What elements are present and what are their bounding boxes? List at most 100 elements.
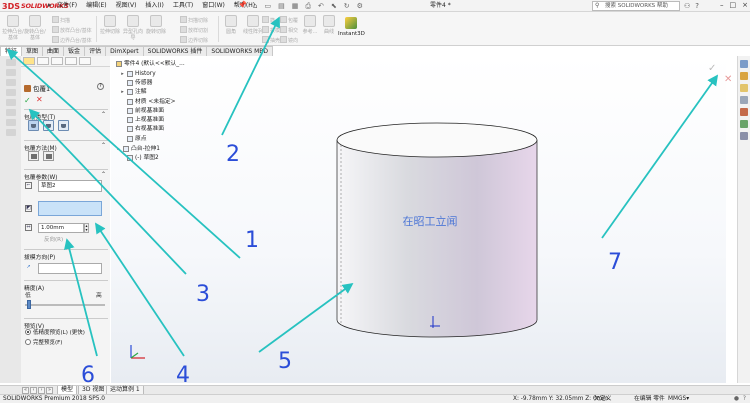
scribe-type-button[interactable] [58,120,69,131]
strip-icon[interactable] [5,99,16,106]
appearances-icon[interactable] [740,108,748,116]
rebuild-status-icon[interactable]: ● [734,395,739,403]
analytical-method-button[interactable] [28,151,39,161]
boundary-boss-button[interactable]: 边界凸台/基体 [52,36,92,44]
spline-surface-method-button[interactable] [43,151,54,161]
loft-button[interactable]: 放样凸台/基体 [52,26,92,34]
tree-item[interactable]: (-) 草图2 [120,154,159,162]
instant3d-button[interactable]: Instant3D [338,17,365,37]
strip-icon[interactable] [5,69,16,76]
strip-icon[interactable] [5,89,16,96]
property-manager-tab-icon[interactable] [37,57,49,65]
tab-sheet-metal[interactable]: 钣金 [63,46,86,56]
wrap-button[interactable]: 包覆 [280,16,298,24]
display-manager-tab-icon[interactable] [79,57,91,65]
hole-wizard-button[interactable]: 异型孔向导 [122,15,144,41]
ok-button[interactable]: ✓ [24,96,31,105]
fillet-button[interactable]: 圆角 [220,15,242,35]
strip-icon[interactable] [5,109,16,116]
menu-file[interactable]: 文件(F) [57,1,77,11]
undo-icon[interactable]: ↶ [318,1,324,11]
tree-item[interactable]: 上视基准面 [120,116,164,124]
configuration-manager-tab-icon[interactable] [51,57,63,65]
thickness-stepper[interactable]: ▴ ▾ [84,223,89,233]
revolve-cut-button[interactable]: 旋转切除 [145,15,167,35]
file-explorer-icon[interactable] [740,84,748,92]
pin-icon[interactable]: 📌 [238,1,247,9]
select-icon[interactable]: ⬉ [331,1,337,11]
tree-root[interactable]: 零件4 (默认<<默认_... [116,60,185,68]
forum-icon[interactable] [740,132,748,140]
linear-pattern-button[interactable]: 线性阵列 [242,15,264,35]
tree-item[interactable]: 前视基准面 [120,107,164,115]
swept-cut-button[interactable]: 扫描切除 [180,16,208,24]
preview-fast-radio[interactable]: 低精度预览(L) (更快) [25,328,85,336]
deboss-type-button[interactable] [43,120,54,131]
strip-icon[interactable] [5,129,16,136]
minimize-button[interactable]: – [720,0,724,11]
strip-icon[interactable] [5,59,16,66]
preview-full-radio[interactable]: 完整预览(F) [25,338,62,346]
options-icon[interactable]: ⚙ [357,1,363,11]
tree-expander-icon[interactable]: ▸ [120,70,125,78]
boundary-cut-button[interactable]: 边界切除 [180,36,208,44]
strip-icon[interactable] [5,79,16,86]
accuracy-slider-thumb[interactable] [26,300,31,309]
rib-button[interactable]: 筋 [262,16,275,24]
tree-item[interactable]: 传感器 [120,79,152,87]
shell-button[interactable]: 抽壳 [262,36,280,44]
tree-item[interactable]: ▸ 注解 [120,88,147,96]
mirror-button[interactable]: 镜向 [280,36,298,44]
tab-surfaces[interactable]: 曲面 [42,46,65,56]
prev-tab-arrow-icon[interactable]: ‹ [30,387,37,394]
section-pull-direction[interactable]: 拔模方向(P) [24,249,108,261]
strip-icon[interactable] [5,119,16,126]
collapse-icon[interactable]: ⌃ [101,111,106,118]
new-file-icon[interactable]: ▭ [264,1,271,11]
close-button[interactable]: × [742,0,748,11]
tree-item[interactable]: ▸ History [120,70,156,78]
help-icon[interactable]: ? [97,83,104,90]
maximize-button[interactable]: □ [730,0,737,11]
tab-dimxpert[interactable]: DimXpert [105,46,144,56]
last-tab-arrow-icon[interactable]: » [46,387,53,394]
menu-window[interactable]: 窗口(W) [202,1,225,11]
lofted-cut-button[interactable]: 放样切割 [180,26,208,34]
intersect-button[interactable]: 相交 [280,26,298,34]
help-icon[interactable]: ? [695,1,699,11]
collapse-icon[interactable]: ⌃ [101,142,106,149]
design-library-icon[interactable] [740,72,748,80]
dimxpert-tab-icon[interactable] [65,57,77,65]
next-tab-arrow-icon[interactable]: › [38,387,45,394]
sweep-button[interactable]: 扫描 [52,16,70,24]
graphics-area[interactable] [111,56,726,383]
menu-insert[interactable]: 插入(I) [145,1,163,11]
tree-item[interactable]: 材质 <未指定> [120,98,176,106]
curves-button[interactable]: 曲线 [318,15,340,35]
pull-direction-field[interactable] [38,263,102,274]
face-selection-field[interactable] [38,201,102,216]
tree-item[interactable]: 右视基准面 [120,125,164,133]
feature-manager-tab-icon[interactable] [23,57,35,65]
units-selector[interactable]: MMGS▾ [668,395,689,403]
cancel-button[interactable]: ✕ [36,95,43,104]
tree-expander-icon[interactable]: ▸ [120,88,125,96]
emboss-type-button[interactable] [28,120,39,131]
menu-expand-arrow-icon[interactable]: ▸ [48,1,52,9]
accuracy-slider-track[interactable] [25,304,105,306]
view-palette-icon[interactable] [740,96,748,104]
menu-edit[interactable]: 编辑(E) [86,1,106,11]
menu-tools[interactable]: 工具(T) [173,1,193,11]
tab-evaluate[interactable]: 评估 [84,46,107,56]
tab-features[interactable]: 特征 [0,46,23,56]
custom-properties-icon[interactable] [740,120,748,128]
collapse-icon[interactable]: ⌃ [101,171,106,178]
resources-icon[interactable] [740,60,748,68]
rebuild-icon[interactable]: ↻ [344,1,350,11]
tree-expander-icon[interactable]: ▸ [116,145,121,153]
reverse-direction-checkbox[interactable]: 反向(R) [44,235,63,243]
tab-mbd[interactable]: SOLIDWORKS MBD [206,46,274,56]
user-icon[interactable]: ⚇ [684,1,690,11]
thickness-input[interactable]: 1.00mm [38,223,84,233]
save-icon[interactable]: ▦ [292,1,299,11]
